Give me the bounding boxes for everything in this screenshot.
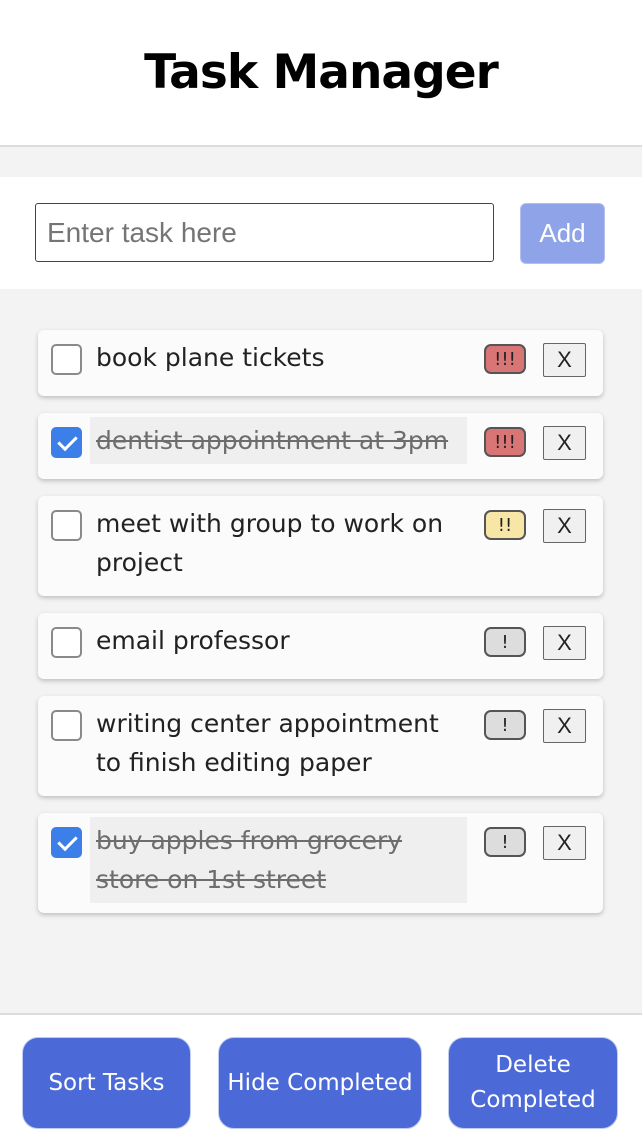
add-task-bar: Add [0,177,642,289]
task-text[interactable]: meet with group to work on project [90,500,467,586]
task-text[interactable]: email professor [90,617,467,664]
delete-task-button[interactable]: X [543,826,586,860]
page-title: Task Manager [144,45,499,100]
task-checkbox[interactable] [51,627,82,658]
priority-button[interactable]: ! [484,827,526,857]
priority-button[interactable]: !!! [484,427,526,457]
task-checkbox[interactable] [51,510,82,541]
delete-task-button[interactable]: X [543,509,586,543]
task-text[interactable]: buy apples from grocery store on 1st str… [90,817,467,903]
delete-task-button[interactable]: X [543,343,586,377]
task-item: email professor ! X [38,613,603,679]
delete-completed-button[interactable]: Delete Completed [448,1037,618,1129]
task-text[interactable]: writing center appointment to finish edi… [90,700,467,786]
priority-button[interactable]: !!! [484,344,526,374]
task-checkbox[interactable] [51,710,82,741]
task-text[interactable]: book plane tickets [90,334,467,381]
priority-button[interactable]: ! [484,710,526,740]
task-list: book plane tickets !!! X dentist appoint… [38,330,603,930]
task-checkbox[interactable] [51,344,82,375]
hide-completed-button[interactable]: Hide Completed [218,1037,422,1129]
footer-actions: Sort Tasks Hide Completed Delete Complet… [0,1013,642,1142]
priority-button[interactable]: ! [484,627,526,657]
task-item: writing center appointment to finish edi… [38,696,603,796]
task-input[interactable] [35,203,494,262]
task-manager-app: Task Manager Add book plane tickets !!! … [0,0,642,1142]
task-text[interactable]: dentist appointment at 3pm [90,417,467,464]
app-header: Task Manager [0,0,642,147]
task-checkbox[interactable] [51,427,82,458]
task-checkbox[interactable] [51,827,82,858]
task-item: book plane tickets !!! X [38,330,603,396]
sort-tasks-button[interactable]: Sort Tasks [22,1037,191,1129]
delete-task-button[interactable]: X [543,426,586,460]
task-item: buy apples from grocery store on 1st str… [38,813,603,913]
add-task-button[interactable]: Add [520,203,605,264]
task-item: dentist appointment at 3pm !!! X [38,413,603,479]
task-item: meet with group to work on project !! X [38,496,603,596]
delete-task-button[interactable]: X [543,626,586,660]
priority-button[interactable]: !! [484,510,526,540]
delete-task-button[interactable]: X [543,709,586,743]
